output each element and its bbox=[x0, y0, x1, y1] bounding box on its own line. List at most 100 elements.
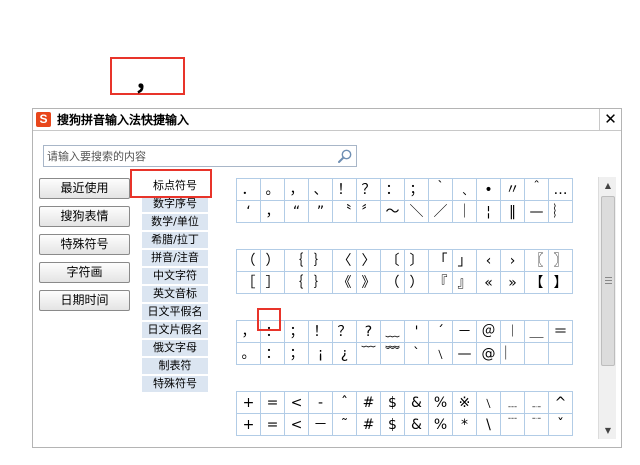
symbol-cell[interactable]: ！ bbox=[332, 178, 357, 201]
symbol-cell[interactable]: ¦ bbox=[476, 200, 501, 223]
symbol-cell[interactable]: 》 bbox=[356, 271, 381, 294]
symbol-cell[interactable]: 〔 bbox=[380, 249, 405, 272]
symbol-cell[interactable]: 】 bbox=[548, 271, 573, 294]
symbol-cell[interactable]: ※ bbox=[452, 391, 477, 414]
category-item[interactable]: 标点符号 bbox=[142, 178, 208, 195]
symbol-cell[interactable]: ˇ bbox=[548, 413, 573, 436]
symbol-cell[interactable]: < bbox=[284, 391, 309, 414]
symbol-cell[interactable]: ﹎ bbox=[524, 391, 549, 414]
scroll-up-icon[interactable]: ▲ bbox=[599, 177, 617, 194]
symbol-cell[interactable]: 、 bbox=[308, 178, 333, 201]
category-item[interactable]: 中文字符 bbox=[142, 268, 208, 285]
symbol-cell[interactable]: ， bbox=[260, 200, 285, 223]
symbol-cell[interactable]: ˜ bbox=[332, 413, 357, 436]
symbol-cell[interactable]: 《 bbox=[332, 271, 357, 294]
symbol-cell[interactable]: ” bbox=[308, 200, 333, 223]
symbol-cell[interactable]: ） bbox=[404, 271, 429, 294]
symbol-cell[interactable]: # bbox=[356, 413, 381, 436]
symbol-cell[interactable]: … bbox=[548, 178, 573, 201]
special-symbols-button[interactable]: 特殊符号 bbox=[39, 234, 130, 255]
symbol-cell[interactable]: ﹊ bbox=[524, 413, 549, 436]
scroll-thumb[interactable] bbox=[601, 196, 615, 366]
symbol-cell[interactable]: （ bbox=[380, 271, 405, 294]
category-item[interactable]: 数学/单位 bbox=[142, 214, 208, 231]
symbol-cell[interactable]: ﹍ bbox=[500, 391, 525, 414]
category-item[interactable]: 特殊符号 bbox=[142, 376, 208, 393]
symbol-cell[interactable]: + bbox=[236, 413, 261, 436]
symbol-cell[interactable]: › bbox=[500, 249, 525, 272]
vertical-scrollbar[interactable]: ▲ ▼ bbox=[598, 177, 616, 439]
symbol-cell[interactable]: » bbox=[500, 271, 525, 294]
symbol-cell[interactable]: ＝ bbox=[548, 320, 573, 343]
symbol-cell[interactable]: % bbox=[428, 413, 453, 436]
symbol-cell[interactable]: ﹌ bbox=[380, 342, 405, 365]
symbol-cell[interactable]: ｛ bbox=[284, 249, 309, 272]
symbol-cell[interactable]: ｀ bbox=[428, 178, 453, 201]
symbol-cell[interactable]: 〉 bbox=[356, 249, 381, 272]
symbol-cell[interactable]: “ bbox=[284, 200, 309, 223]
symbol-cell[interactable]: ﹉ bbox=[500, 413, 525, 436]
scroll-down-icon[interactable]: ▼ bbox=[599, 422, 617, 439]
symbol-cell[interactable]: ＼ bbox=[404, 200, 429, 223]
symbol-cell[interactable]: ‖ bbox=[500, 200, 525, 223]
symbol-cell[interactable]: ： bbox=[380, 178, 405, 201]
close-button[interactable]: ✕ bbox=[599, 109, 621, 131]
symbol-cell[interactable]: ˊ bbox=[428, 320, 453, 343]
symbol-cell[interactable]: $ bbox=[380, 391, 405, 414]
search-input[interactable] bbox=[44, 146, 334, 166]
symbol-cell[interactable]: ： bbox=[260, 342, 285, 365]
symbol-cell[interactable]: （ bbox=[236, 249, 261, 272]
symbol-cell[interactable]: ［ bbox=[236, 271, 261, 294]
symbol-cell[interactable]: ︴ bbox=[548, 200, 573, 223]
symbol-cell[interactable]: 〕 bbox=[404, 249, 429, 272]
symbol-cell[interactable]: ‹ bbox=[476, 249, 501, 272]
category-item[interactable]: 数字序号 bbox=[142, 196, 208, 213]
symbol-cell[interactable]: ， bbox=[236, 320, 261, 343]
symbol-cell[interactable]: ｛ bbox=[284, 271, 309, 294]
symbol-cell[interactable]: － bbox=[452, 320, 477, 343]
symbol-cell[interactable]: & bbox=[404, 413, 429, 436]
symbol-cell[interactable]: ︱ bbox=[500, 320, 525, 343]
symbol-cell[interactable]: + bbox=[236, 391, 261, 414]
symbol-cell[interactable]: 』 bbox=[452, 271, 477, 294]
symbol-cell[interactable]: 〃 bbox=[500, 178, 525, 201]
category-item[interactable]: 日文片假名 bbox=[142, 322, 208, 339]
symbol-cell[interactable]: 〈 bbox=[332, 249, 357, 272]
symbol-cell[interactable]: ； bbox=[284, 342, 309, 365]
symbol-cell[interactable]: ｝ bbox=[308, 249, 333, 272]
symbol-cell[interactable]: ； bbox=[404, 178, 429, 201]
symbol-cell[interactable]: ﹑ bbox=[452, 178, 477, 201]
symbol-cell[interactable]: ｜ bbox=[452, 200, 477, 223]
symbol-cell[interactable]: ﹨ bbox=[428, 342, 453, 365]
symbol-cell[interactable]: ～ bbox=[380, 200, 405, 223]
symbol-cell[interactable]: 〗 bbox=[548, 249, 573, 272]
symbol-cell[interactable]: — bbox=[524, 200, 549, 223]
symbol-cell[interactable]: ？ bbox=[332, 320, 357, 343]
symbol-cell[interactable]: ； bbox=[284, 320, 309, 343]
symbol-cell[interactable]: ＾ bbox=[524, 178, 549, 201]
symbol-cell[interactable]: @ bbox=[476, 342, 501, 365]
symbol-cell[interactable]: ﹏ bbox=[380, 320, 405, 343]
symbol-cell[interactable]: ‘ bbox=[236, 200, 261, 223]
symbol-cell[interactable]: 。 bbox=[236, 342, 261, 365]
symbol-cell[interactable]: # bbox=[356, 391, 381, 414]
category-item[interactable]: 日文平假名 bbox=[142, 304, 208, 321]
symbol-cell[interactable]: ． bbox=[236, 178, 261, 201]
symbol-cell[interactable]: ／ bbox=[428, 200, 453, 223]
symbol-cell[interactable]: 『 bbox=[428, 271, 453, 294]
symbol-cell[interactable]: ˋ bbox=[404, 342, 429, 365]
recent-button[interactable]: 最近使用 bbox=[39, 178, 130, 199]
symbol-cell[interactable]: 。 bbox=[260, 178, 285, 201]
ascii-art-button[interactable]: 字符画 bbox=[39, 262, 130, 283]
symbol-cell[interactable]: ¿ bbox=[332, 342, 357, 365]
symbol-cell[interactable]: 【 bbox=[524, 271, 549, 294]
search-icon[interactable] bbox=[337, 148, 353, 164]
symbol-cell[interactable]: ﹨ bbox=[476, 391, 501, 414]
symbol-cell[interactable]: ） bbox=[260, 249, 285, 272]
symbol-cell[interactable]: « bbox=[476, 271, 501, 294]
symbol-cell[interactable]: ' bbox=[404, 320, 429, 343]
emoji-button[interactable]: 搜狗表情 bbox=[39, 206, 130, 227]
symbol-cell[interactable]: - bbox=[308, 391, 333, 414]
symbol-cell[interactable]: — bbox=[452, 342, 477, 365]
symbol-cell[interactable]: 」 bbox=[452, 249, 477, 272]
